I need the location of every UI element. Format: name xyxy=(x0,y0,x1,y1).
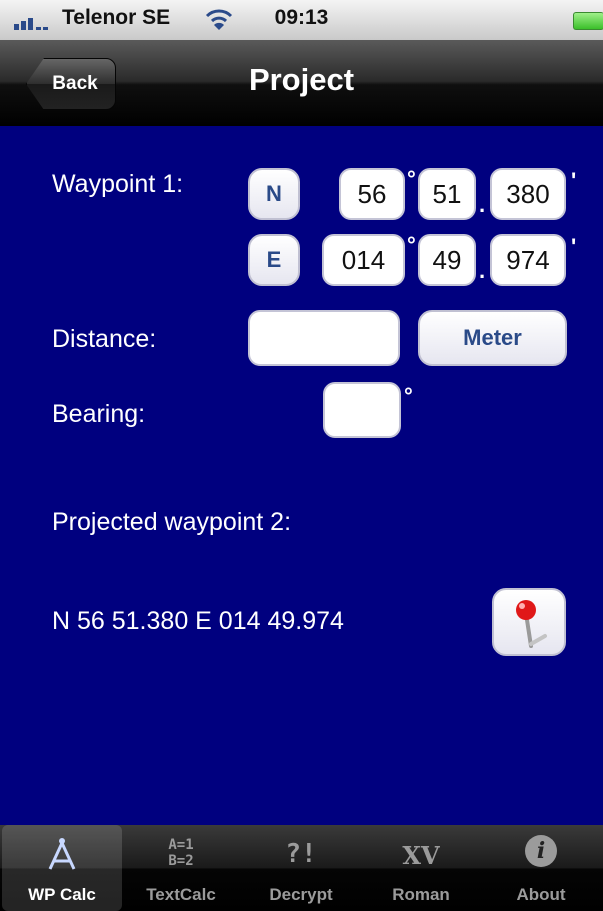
map-pin-button[interactable] xyxy=(492,588,566,656)
textcalc-icon-line-1: A=1 xyxy=(168,837,194,853)
latitude-minutes-field[interactable]: 51 xyxy=(418,168,476,220)
dot-symbol: . xyxy=(479,258,486,283)
tab-decrypt[interactable]: ?! Decrypt xyxy=(241,825,361,911)
tab-label: TextCalc xyxy=(146,885,216,904)
tab-wp-calc[interactable]: WP Calc xyxy=(2,825,122,911)
distance-label: Distance: xyxy=(52,325,157,353)
latitude-degrees-field[interactable]: 56 xyxy=(339,168,405,220)
latitude-hemisphere-button[interactable]: N xyxy=(248,168,300,220)
info-icon: i xyxy=(481,835,601,871)
longitude-degrees-field[interactable]: 014 xyxy=(322,234,405,286)
status-time: 09:13 xyxy=(274,6,329,29)
longitude-decimals-field[interactable]: 974 xyxy=(490,234,566,286)
latitude-decimals-field[interactable]: 380 xyxy=(490,168,566,220)
roman-icon: XV xyxy=(402,841,440,870)
navigation-bar: Back Project xyxy=(0,40,603,126)
bearing-input[interactable] xyxy=(323,382,401,438)
page-title: Project xyxy=(248,62,355,97)
tab-bar: WP Calc A=1 B=2 TextCalc ?! Decrypt XV R… xyxy=(0,825,603,911)
tab-label: Roman xyxy=(392,885,450,904)
degree-symbol: ° xyxy=(407,166,416,191)
tab-label: Decrypt xyxy=(269,885,333,904)
degree-symbol: ° xyxy=(407,232,416,257)
waypoint-label: Waypoint 1: xyxy=(52,170,184,198)
status-bar: Telenor SE 09:13 xyxy=(0,0,603,41)
tab-about[interactable]: i About xyxy=(481,825,601,911)
battery-icon xyxy=(573,12,603,30)
tab-label: About xyxy=(516,885,566,904)
app-screen: Telenor SE 09:13 Back Project Waypoint 1… xyxy=(0,0,603,911)
unit-button[interactable]: Meter xyxy=(418,310,567,366)
tab-label: WP Calc xyxy=(28,885,96,904)
textcalc-icon-line-2: B=2 xyxy=(168,853,194,869)
projected-waypoint-value: N 56 51.380 E 014 49.974 xyxy=(52,607,344,635)
minute-symbol: ' xyxy=(571,234,577,259)
decrypt-icon: ?! xyxy=(285,839,317,869)
minute-symbol: ' xyxy=(571,168,577,193)
longitude-minutes-field[interactable]: 49 xyxy=(418,234,476,286)
tab-roman[interactable]: XV Roman xyxy=(361,825,481,911)
degree-symbol: ° xyxy=(404,383,413,408)
longitude-hemisphere-button[interactable]: E xyxy=(248,234,300,286)
textcalc-icon: A=1 B=2 xyxy=(121,837,241,873)
tab-textcalc[interactable]: A=1 B=2 TextCalc xyxy=(121,825,241,911)
distance-input[interactable] xyxy=(248,310,400,366)
bearing-label: Bearing: xyxy=(52,400,146,428)
compass-icon xyxy=(2,835,122,871)
dot-symbol: . xyxy=(479,192,486,217)
projected-waypoint-label: Projected waypoint 2: xyxy=(52,508,292,536)
map-pin-icon xyxy=(516,600,547,648)
info-icon-glyph: i xyxy=(525,835,557,867)
